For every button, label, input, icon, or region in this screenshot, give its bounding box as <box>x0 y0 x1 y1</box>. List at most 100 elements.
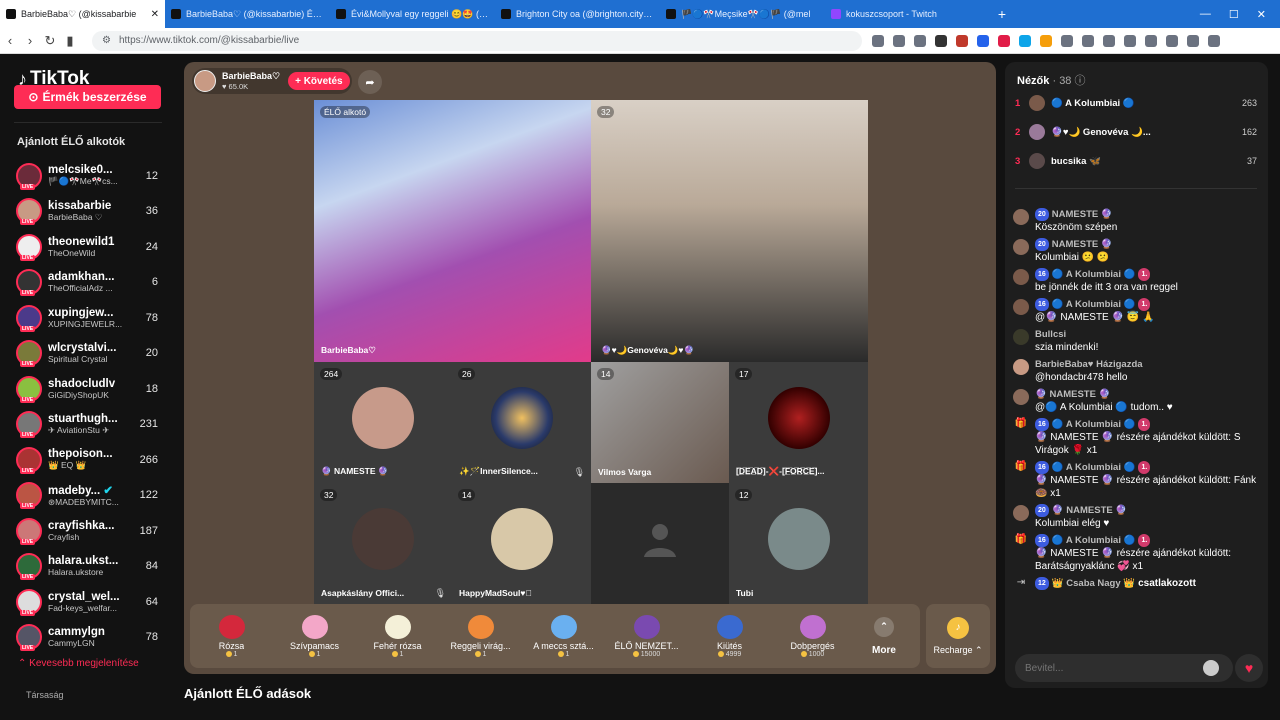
back-icon[interactable]: ‹ <box>0 33 20 48</box>
avatar[interactable] <box>1013 239 1029 255</box>
close-window-icon[interactable]: ✕ <box>1257 8 1266 21</box>
translate-icon[interactable] <box>977 34 989 47</box>
creator-item[interactable]: LIVE halara.ukst... Halara.ukstore 84 <box>16 549 164 585</box>
chat-username[interactable]: NAMESTE 🔮 <box>1052 208 1113 221</box>
avatar[interactable] <box>1013 389 1029 405</box>
url-field[interactable]: ⚙ https://www.tiktok.com/@kissabarbie/li… <box>92 30 862 51</box>
zoom-icon[interactable] <box>893 34 905 47</box>
gift-item[interactable]: Dobpergés 1000 <box>771 614 854 658</box>
host-avatar[interactable] <box>194 70 216 92</box>
chat-username[interactable]: 🔵 A Kolumbiai 🔵 <box>1052 418 1136 431</box>
avatar[interactable] <box>1013 209 1029 225</box>
shield-icon[interactable] <box>935 34 947 47</box>
extension-icon[interactable] <box>1040 34 1052 47</box>
bookmark-icon[interactable]: ▮ <box>60 33 80 49</box>
emoji-icon[interactable] <box>1203 660 1219 676</box>
like-button[interactable]: ♥ <box>1235 654 1263 682</box>
puzzle-icon[interactable] <box>1082 34 1094 47</box>
show-less-button[interactable]: ⌃ Kevesebb megjelenítése <box>18 658 139 669</box>
wallet-icon[interactable] <box>1145 34 1157 47</box>
avatar[interactable] <box>1013 329 1029 345</box>
chat-username[interactable]: Bullcsi <box>1035 328 1066 341</box>
guest-tile[interactable]: 264 🔮 NAMESTE 🔮 <box>314 362 452 483</box>
creator-item[interactable]: LIVE thepoison... 👑 EQ 👑 266 <box>16 442 164 478</box>
browser-tab[interactable]: kokuszcsoport - Twitch <box>825 0 990 28</box>
extension-icon[interactable] <box>1019 34 1031 47</box>
extension-icon[interactable] <box>956 34 968 47</box>
minimize-icon[interactable]: — <box>1200 8 1211 21</box>
creator-item[interactable]: LIVE adamkhan... TheOfficialAdz ... 6 <box>16 265 164 301</box>
music-icon[interactable] <box>1103 34 1115 47</box>
follow-button[interactable]: + Követés <box>288 72 350 90</box>
chat-username[interactable]: NAMESTE 🔮 <box>1052 238 1113 251</box>
gift-item[interactable]: Szívpamacs 1 <box>273 614 356 658</box>
site-settings-icon[interactable]: ⚙ <box>102 35 111 46</box>
creator-item[interactable]: LIVE stuarthugh... ✈ AviationStu ✈ 231 <box>16 407 164 443</box>
gift-item[interactable]: Reggeli virág... 1 <box>439 614 522 658</box>
share-button[interactable]: ➦ <box>358 70 382 94</box>
browser-tab[interactable]: Évi&Mollyval egy reggeli 😊🤩 (@m <box>330 0 495 28</box>
guest-tile[interactable]: 14 HappyMadSoul♥⃝ <box>452 483 591 604</box>
chat-username[interactable]: BarbieBaba♥ Házigazda <box>1035 358 1143 371</box>
guest-tile[interactable]: 26 ✨🪄InnerSilence... 🎙 <box>452 362 591 483</box>
browser-tab[interactable]: Brighton City oa (@brighton.city) ÉLŐ <box>495 0 660 28</box>
new-tab-button[interactable]: + <box>990 6 1014 22</box>
chat-username[interactable]: 🔵 A Kolumbiai 🔵 <box>1052 268 1136 281</box>
creator-item[interactable]: LIVE cammylgn CammyLGN 78 <box>16 620 164 656</box>
empty-seat[interactable] <box>591 483 729 604</box>
creator-item[interactable]: LIVE wlcrystalvi... Spiritual Crystal 20 <box>16 336 164 372</box>
sidebar-icon[interactable] <box>1124 34 1136 47</box>
chat-username[interactable]: 🔵 A Kolumbiai 🔵 <box>1052 534 1136 547</box>
guest-video[interactable]: 32 🔮♥🌙Genovéva🌙♥🔮 <box>591 100 868 362</box>
top-viewer-row[interactable]: 2 🔮♥🌙 Genovéva 🌙... 162 <box>1015 121 1257 143</box>
extension-icon[interactable] <box>1061 34 1073 47</box>
recharge-button[interactable]: ♪ Recharge ⌃ <box>926 604 990 668</box>
gift-item[interactable]: A meccs sztá... 1 <box>522 614 605 658</box>
cast-icon[interactable] <box>872 34 884 47</box>
creator-item[interactable]: LIVE crystal_wel... Fad-keys_welfar... 64 <box>16 584 164 620</box>
chat-username[interactable]: 🔮 NAMESTE 🔮 <box>1035 388 1110 401</box>
guest-tile[interactable]: 17 [̲̅D̲̅E̲̅A̲̅D̲̅]-❌-[̲̅F̲̅O̲̅R̲̅C̲̅E̲̅… <box>729 362 868 483</box>
creator-item[interactable]: LIVE melcsike0... 🏴🔵🎌Me🎌cs... 12 <box>16 158 164 194</box>
host-video[interactable]: ÉLŐ alkotó BarbieBaba♡ <box>314 100 591 362</box>
top-viewer-row[interactable]: 1 🔵 A Kolumbiai 🔵 263 <box>1015 92 1257 114</box>
guest-tile[interactable]: 32 Asapkáslány Offici... 🎙 <box>314 483 452 604</box>
close-icon[interactable]: ✕ <box>151 9 159 20</box>
creator-item[interactable]: LIVE theonewild1 TheOneWild 24 <box>16 229 164 265</box>
chat-input[interactable] <box>1015 654 1233 682</box>
avatar[interactable] <box>1013 505 1029 521</box>
chat-username[interactable]: 🔮 NAMESTE 🔮 <box>1052 504 1127 517</box>
creator-item[interactable]: LIVE crayfishka... Crayfish 187 <box>16 513 164 549</box>
chat-username[interactable]: 🔵 A Kolumbiai 🔵 <box>1052 298 1136 311</box>
reload-icon[interactable]: ↻ <box>40 33 60 49</box>
guest-video[interactable]: 14 Vilmos Varga <box>591 362 729 483</box>
share-icon[interactable] <box>914 34 926 47</box>
browser-tab[interactable]: BarbieBaba♡ (@kissabarbie) ÉLŐ <box>165 0 330 28</box>
gift-item[interactable]: Kiütés 4999 <box>688 614 771 658</box>
forward-icon[interactable]: › <box>20 33 40 48</box>
guest-tile[interactable]: 12 Tubi <box>729 483 868 604</box>
host-info[interactable]: BarbieBaba♡ ♥ 65.0K + Követés <box>192 68 352 94</box>
ai-icon[interactable] <box>1166 34 1178 47</box>
browser-tab[interactable]: 🏴🔵🎌Meçsike🎌🔵🏴 (@mel <box>660 0 825 28</box>
more-gifts-button[interactable]: ⌃ More <box>854 616 914 656</box>
creator-item[interactable]: LIVE kissabarbie BarbieBaba ♡ 36 <box>16 194 164 230</box>
top-viewer-row[interactable]: 3 bucsika 🦋 37 <box>1015 150 1257 172</box>
creator-item[interactable]: LIVE madeby... ✔ ⊛MADEBYMITC... 122 <box>16 478 164 514</box>
avatar[interactable] <box>1013 269 1029 285</box>
menu-icon[interactable] <box>1208 34 1220 47</box>
chat-username[interactable]: 👑 Csaba Nagy 👑 <box>1052 577 1135 590</box>
info-icon[interactable]: ⓘ <box>1075 75 1086 87</box>
creator-item[interactable]: LIVE xupingjew... XUPINGJEWELR... 78 <box>16 300 164 336</box>
gift-item[interactable]: Rózsa 1 <box>190 614 273 658</box>
get-coins-button[interactable]: ⊙ Érmék beszerzése <box>14 85 161 109</box>
avatar[interactable] <box>1013 359 1029 375</box>
avatar[interactable] <box>1013 299 1029 315</box>
gift-item[interactable]: Fehér rózsa 1 <box>356 614 439 658</box>
browser-tab[interactable]: BarbieBaba♡ (@kissabarbie ✕ <box>0 0 165 28</box>
extension-icon[interactable] <box>998 34 1010 47</box>
creator-item[interactable]: LIVE shadocludlv GiGiDiyShopUK 18 <box>16 371 164 407</box>
chat-username[interactable]: 🔵 A Kolumbiai 🔵 <box>1052 461 1136 474</box>
gift-item[interactable]: ÉLŐ NEMZET... 15000 <box>605 614 688 658</box>
vpn-icon[interactable] <box>1187 34 1199 47</box>
